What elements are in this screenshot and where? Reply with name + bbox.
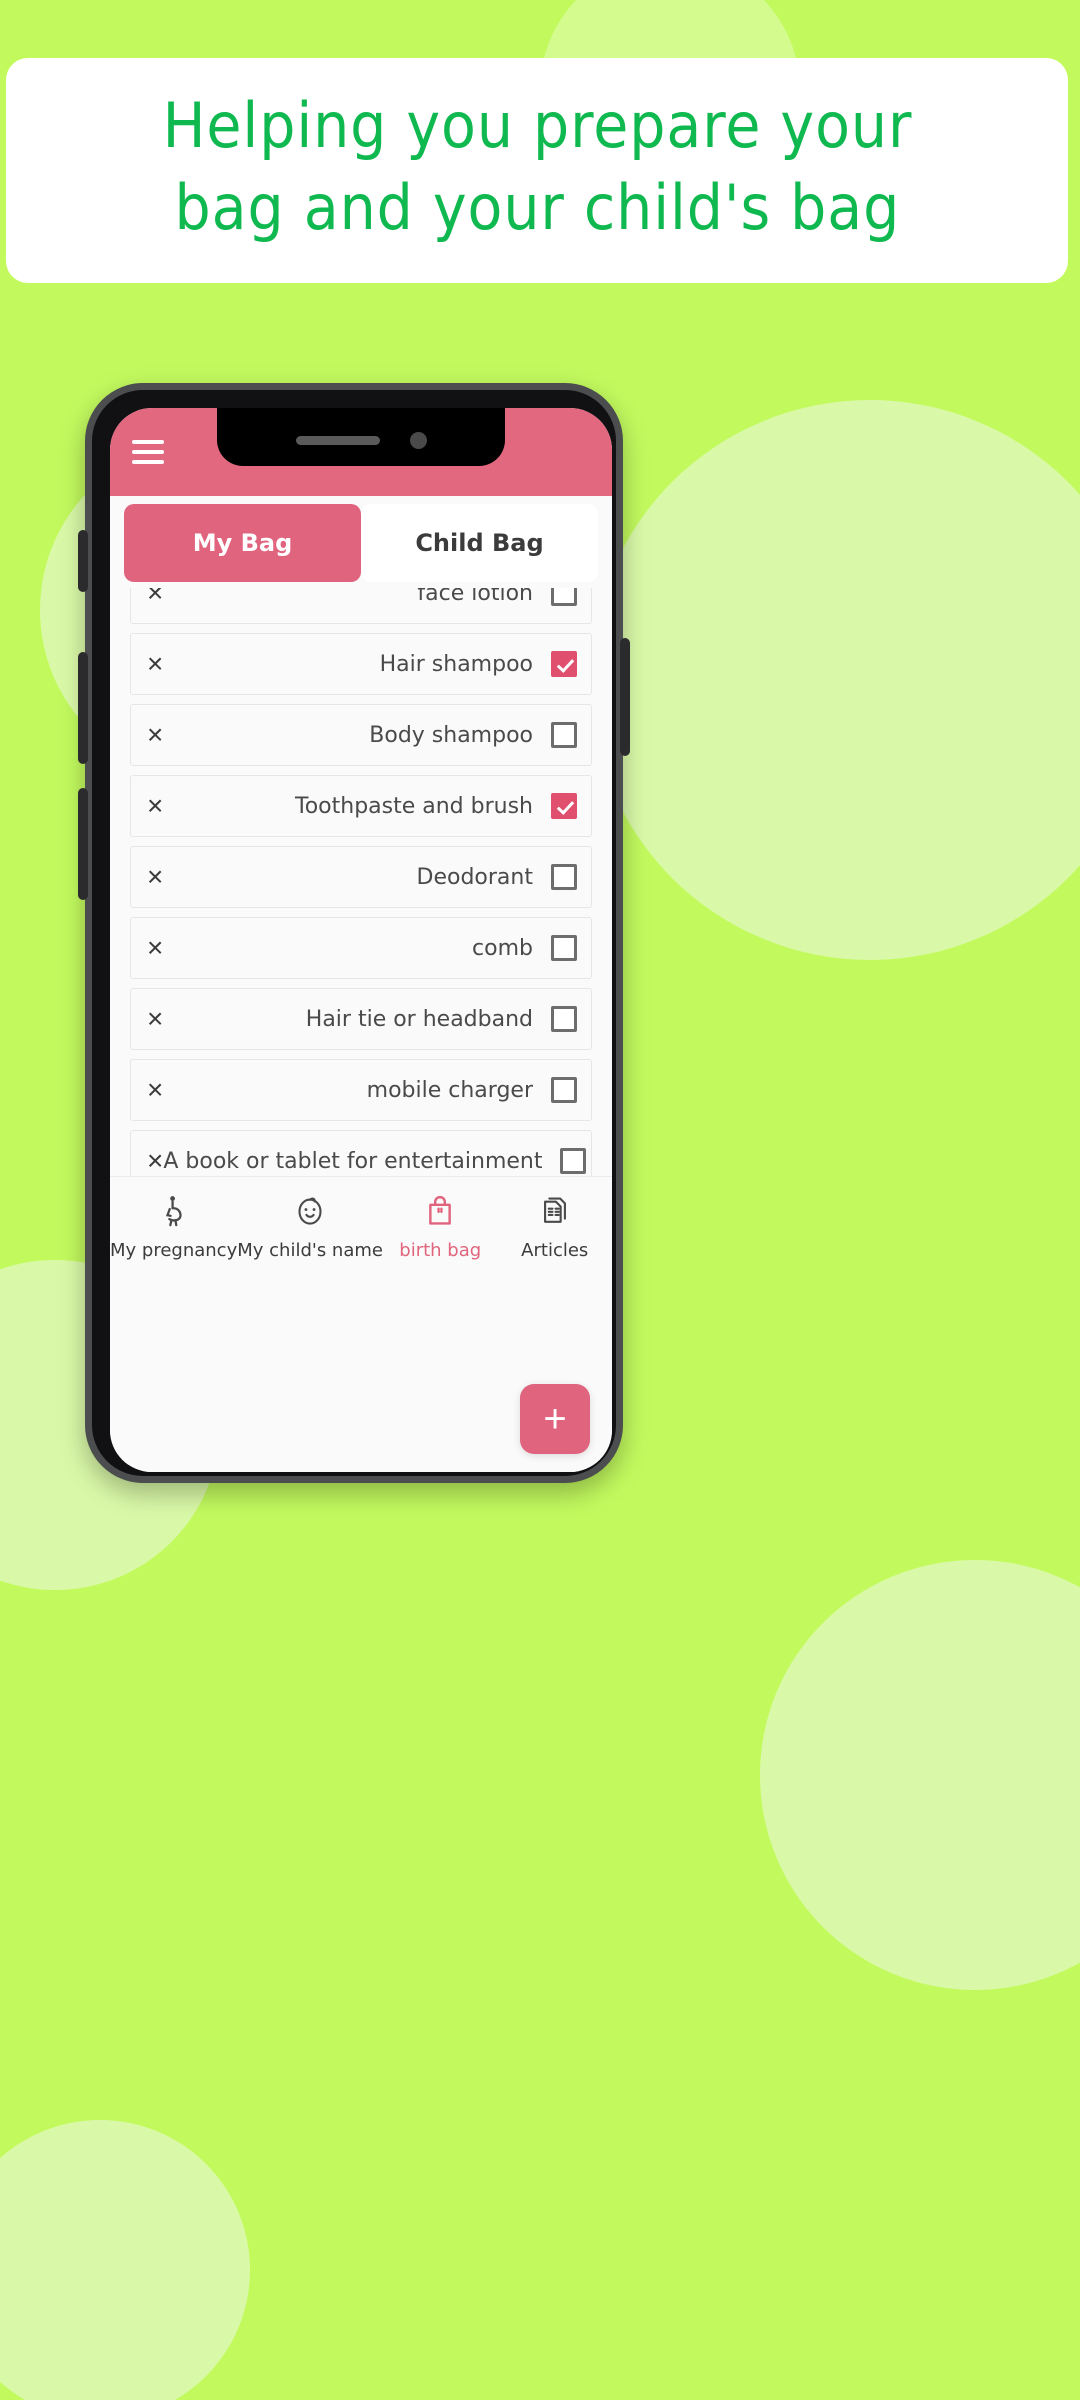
bag-item-checkbox[interactable]	[551, 722, 577, 748]
bag-item-checkbox[interactable]	[551, 1077, 577, 1103]
promo-headline-card: Helping you prepare your bag and your ch…	[6, 58, 1068, 283]
bag-item-row[interactable]: × Body shampoo	[130, 704, 592, 766]
promo-headline-line-1: Helping you prepare your	[162, 88, 912, 162]
tab-my-bag[interactable]: My Bag	[124, 504, 361, 582]
bag-item-checkbox[interactable]	[551, 793, 577, 819]
bag-item-row[interactable]: × mobile charger	[130, 1059, 592, 1121]
bag-item-label: mobile charger	[366, 1077, 533, 1103]
bag-item-row[interactable]: × A book or tablet for entertainment	[130, 1130, 592, 1176]
bag-tabs: My Bag Child Bag	[110, 496, 612, 588]
bag-item-checkbox[interactable]	[551, 1006, 577, 1032]
bag-item-label: Hair tie or headband	[305, 1006, 533, 1032]
nav-label: My pregnancy	[110, 1240, 238, 1261]
nav-label: My child's name	[237, 1240, 383, 1261]
bag-item-checkbox[interactable]	[551, 651, 577, 677]
bag-item-label: Deodorant	[416, 864, 533, 890]
delete-item-icon[interactable]: ×	[147, 1076, 177, 1104]
bag-item-checkbox[interactable]	[551, 588, 577, 606]
phone-notch	[217, 408, 505, 466]
phone-screen: birth bag My Bag Child Bag ×face lotion×…	[110, 408, 612, 1472]
background-circle	[590, 400, 1080, 960]
delete-item-icon[interactable]: ×	[147, 863, 177, 891]
front-camera-icon	[409, 431, 427, 449]
phone-volume-down-button[interactable]	[78, 788, 88, 900]
pregnant-woman-icon	[157, 1191, 191, 1231]
phone-mockup-frame: birth bag My Bag Child Bag ×face lotion×…	[78, 383, 630, 1483]
phone-power-button[interactable]	[620, 638, 630, 756]
bag-item-label: Body shampoo	[369, 722, 533, 748]
phone-side-button[interactable]	[78, 530, 88, 592]
background-circle	[760, 1560, 1080, 1990]
bag-item-label: face lotion	[417, 588, 533, 606]
bag-item-label: A book or tablet for entertainment	[163, 1148, 543, 1174]
bag-item-row[interactable]: × face lotion	[130, 588, 592, 624]
bag-item-checkbox[interactable]	[551, 935, 577, 961]
bag-item-row[interactable]: × Deodorant	[130, 846, 592, 908]
delete-item-icon[interactable]: ×	[147, 588, 177, 607]
earpiece-speaker-icon	[295, 435, 380, 445]
delete-item-icon[interactable]: ×	[147, 792, 177, 820]
hamburger-menu-icon[interactable]	[132, 440, 164, 464]
background-circle	[0, 2120, 250, 2400]
add-item-button[interactable]: +	[520, 1384, 590, 1454]
promo-headline-line-2: bag and your child's bag	[174, 170, 900, 244]
delete-item-icon[interactable]: ×	[147, 1147, 163, 1175]
bag-item-checkbox[interactable]	[551, 864, 577, 890]
bag-item-checkbox[interactable]	[560, 1148, 587, 1174]
delete-item-icon[interactable]: ×	[147, 721, 177, 749]
shopping-bag-icon	[423, 1191, 457, 1231]
bag-item-list[interactable]: × face lotion × Hair shampoo × Body shampoo × T…	[110, 588, 612, 1176]
bag-item-row[interactable]: × Hair shampoo	[130, 633, 592, 695]
delete-item-icon[interactable]: ×	[147, 650, 177, 678]
nav-item-my-childs-name[interactable]: My child's name	[237, 1191, 383, 1472]
delete-item-icon[interactable]: ×	[147, 1005, 177, 1033]
nav-item-birth-bag[interactable]: birth bag	[383, 1191, 498, 1472]
documents-icon	[538, 1191, 572, 1231]
nav-label: Articles	[521, 1240, 589, 1261]
tab-child-bag[interactable]: Child Bag	[361, 504, 598, 582]
bag-item-row[interactable]: × Toothpaste and brush	[130, 775, 592, 837]
nav-item-my-pregnancy[interactable]: My pregnancy	[110, 1191, 237, 1472]
bag-item-row[interactable]: × comb	[130, 917, 592, 979]
baby-face-icon	[292, 1191, 328, 1231]
nav-label: birth bag	[399, 1240, 482, 1261]
bag-item-label: Toothpaste and brush	[295, 793, 533, 819]
bag-item-label: comb	[472, 935, 533, 961]
phone-volume-up-button[interactable]	[78, 652, 88, 764]
bag-item-row[interactable]: × Hair tie or headband	[130, 988, 592, 1050]
bag-item-label: Hair shampoo	[379, 651, 533, 677]
delete-item-icon[interactable]: ×	[147, 934, 177, 962]
